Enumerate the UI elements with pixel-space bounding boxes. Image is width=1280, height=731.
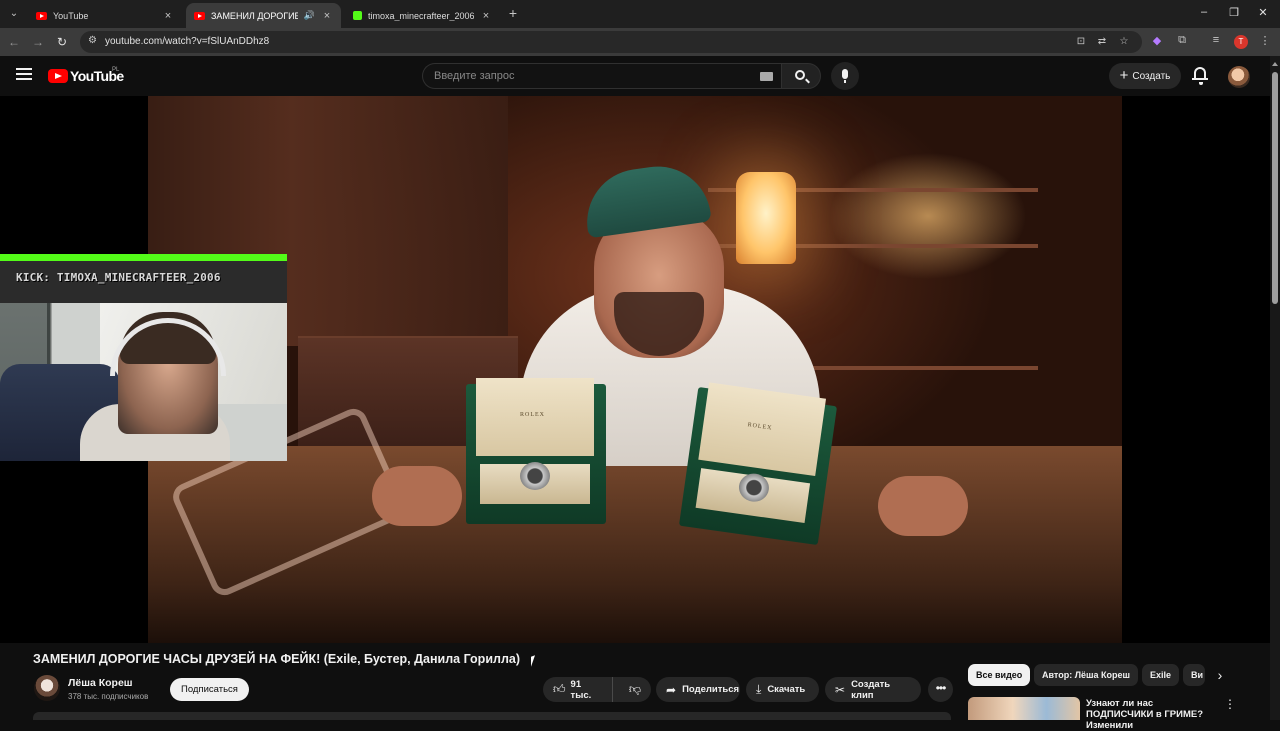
keyboard-icon[interactable] — [760, 72, 773, 81]
browser-profile-avatar[interactable]: T — [1234, 35, 1248, 49]
download-label: Скачать — [767, 684, 806, 695]
youtube-favicon-icon — [36, 11, 47, 20]
chips-next-chevron-icon[interactable]: › — [1210, 665, 1230, 685]
page-scrollbar[interactable] — [1270, 56, 1280, 720]
watch-box-brand: ROLEX — [520, 412, 545, 418]
kick-channel-label: KICK: TIMOXA_MINECRAFTEER_2006 — [0, 261, 287, 303]
kick-favicon-icon — [353, 11, 362, 20]
mouse-cursor-icon — [531, 655, 535, 667]
scissors-icon: ✂ — [835, 682, 846, 697]
minimize-icon[interactable]: – — [1197, 6, 1211, 18]
recommended-video-title[interactable]: Узнают ли нас ПОДПИСЧИКИ в ГРИМЕ? Измени… — [1086, 698, 1222, 731]
youtube-favicon-icon — [194, 11, 205, 20]
video-person-hand — [878, 476, 968, 536]
thumbs-down-icon: 👎︎ — [628, 682, 641, 696]
like-dislike-group: 👍︎ 91 тыс. 👎︎ — [543, 677, 651, 702]
user-avatar[interactable] — [1228, 66, 1250, 88]
recommended-video-thumbnail[interactable] — [968, 697, 1080, 720]
channel-name[interactable]: Лёша Кореш — [68, 677, 133, 689]
video-person-hand — [372, 466, 462, 526]
share-label: Поделиться — [682, 684, 740, 695]
search-icon — [795, 70, 805, 80]
watch-left — [520, 462, 550, 490]
extension-icon[interactable]: ◆ — [1150, 34, 1164, 47]
download-icon: ⤓ — [756, 682, 762, 696]
audio-playing-icon[interactable]: 🔊 — [304, 10, 315, 21]
tab-close-icon[interactable]: × — [162, 10, 174, 22]
subscribe-button[interactable]: Подписаться — [170, 678, 249, 701]
hamburger-menu-icon[interactable] — [16, 68, 32, 80]
bookmark-star-icon[interactable]: ☆ — [1118, 36, 1130, 47]
voice-search-button[interactable] — [831, 62, 859, 90]
search-placeholder: Введите запрос — [434, 70, 515, 82]
share-arrow-icon: ➦ — [666, 682, 677, 697]
tab-close-icon[interactable]: × — [480, 10, 492, 22]
tab-kick[interactable]: timoxa_minecrafteer_2006 Vide × — [345, 3, 500, 28]
video-player[interactable]: ROLEX ROLEX KICK: TIMOXA_MINECRAFTEER_20… — [0, 96, 1270, 643]
kick-accent-bar — [0, 254, 287, 261]
browser-toolbar: ← → ↻ ⚙ youtube.com/watch?v=fSlUAnDDhz8 … — [0, 28, 1280, 56]
search-button[interactable] — [781, 63, 821, 89]
tab-title: ЗАМЕНИЛ ДОРОГИЕ ЧАСЫ — [211, 10, 298, 21]
forward-arrow-icon[interactable]: → — [30, 34, 46, 50]
kick-channel-text: KICK: TIMOXA_MINECRAFTEER_2006 — [16, 271, 221, 284]
browser-menu-icon[interactable]: ⋮ — [1258, 34, 1272, 47]
like-count: 91 тыс. — [570, 678, 592, 701]
install-app-icon[interactable]: ⊡ — [1075, 36, 1087, 47]
notifications-bell-icon[interactable] — [1191, 66, 1209, 86]
chip-author[interactable]: Автор: Лёша Кореш — [1034, 664, 1139, 686]
tab-close-icon[interactable]: × — [321, 10, 333, 22]
youtube-header: YouTube PL Введите запрос + Создать — [0, 56, 1270, 96]
site-info-icon[interactable]: ⚙ — [88, 35, 97, 46]
video-scene-lamp — [736, 172, 796, 264]
tab-title: YouTube — [53, 10, 89, 21]
new-tab-plus-icon[interactable]: + — [505, 5, 521, 21]
media-control-icon[interactable]: ≡ — [1209, 34, 1223, 46]
translate-icon[interactable]: ⇄ — [1096, 36, 1108, 47]
download-button[interactable]: ⤓ Скачать — [746, 677, 819, 702]
channel-avatar[interactable] — [34, 675, 60, 701]
search-input[interactable]: Введите запрос — [422, 63, 781, 89]
clip-button[interactable]: ✂ Создать клип — [825, 677, 921, 702]
tab-search-chevron-icon[interactable]: ⌄ — [5, 5, 23, 23]
subscriber-count: 378 тыс. подписчиков — [68, 692, 149, 701]
window-close-icon[interactable]: ✕ — [1256, 6, 1270, 19]
thumbs-up-icon: 👍︎ — [553, 682, 566, 696]
browser-tab-bar: ⌄ YouTube × ЗАМЕНИЛ ДОРОГИЕ ЧАСЫ 🔊 × tim… — [0, 0, 1280, 28]
country-code: PL — [112, 67, 120, 73]
scroll-up-arrow-icon[interactable] — [1272, 62, 1278, 66]
back-arrow-icon[interactable]: ← — [6, 34, 22, 50]
scrollbar-thumb[interactable] — [1272, 72, 1278, 304]
chip-truncated[interactable]: Ви — [1183, 664, 1205, 686]
tab-youtube[interactable]: YouTube × — [28, 3, 182, 28]
watch-box-right: ROLEX — [678, 382, 838, 546]
description-box[interactable] — [33, 712, 951, 720]
chip-exile[interactable]: Exile — [1142, 664, 1180, 686]
create-label: Создать — [1132, 70, 1171, 82]
reload-icon[interactable]: ↻ — [54, 34, 70, 50]
more-actions-icon[interactable]: ••• — [928, 677, 953, 702]
youtube-logo-icon[interactable] — [48, 69, 68, 83]
url-text[interactable]: youtube.com/watch?v=fSlUAnDDhz8 — [105, 36, 269, 47]
address-bar[interactable]: ⚙ youtube.com/watch?v=fSlUAnDDhz8 ⊡ ⇄ ☆ — [80, 31, 1142, 53]
watch-box-brand: ROLEX — [747, 422, 773, 432]
watch-box-left: ROLEX — [466, 378, 606, 524]
tab-video-active[interactable]: ЗАМЕНИЛ ДОРОГИЕ ЧАСЫ 🔊 × — [186, 3, 341, 28]
recommended-video-menu-icon[interactable]: ⋮ — [1224, 698, 1236, 710]
share-button[interactable]: ➦ Поделиться — [656, 677, 740, 702]
video-frame[interactable]: ROLEX ROLEX — [148, 96, 1122, 643]
like-button[interactable]: 👍︎ 91 тыс. — [543, 677, 613, 702]
restore-icon[interactable]: ❐ — [1227, 6, 1241, 19]
microphone-icon — [842, 69, 848, 83]
plus-icon: + — [1119, 67, 1129, 84]
create-button[interactable]: + Создать — [1109, 63, 1181, 89]
chip-all-videos[interactable]: Все видео — [968, 664, 1031, 686]
clip-label: Создать клип — [851, 678, 891, 701]
video-title: ЗАМЕНИЛ ДОРОГИЕ ЧАСЫ ДРУЗЕЙ НА ФЕЙК! (Ex… — [33, 652, 520, 666]
dislike-button[interactable]: 👎︎ — [619, 677, 651, 702]
extensions-puzzle-icon[interactable]: ⧉ — [1175, 34, 1189, 47]
tab-title: timoxa_minecrafteer_2006 Vide — [368, 10, 474, 21]
